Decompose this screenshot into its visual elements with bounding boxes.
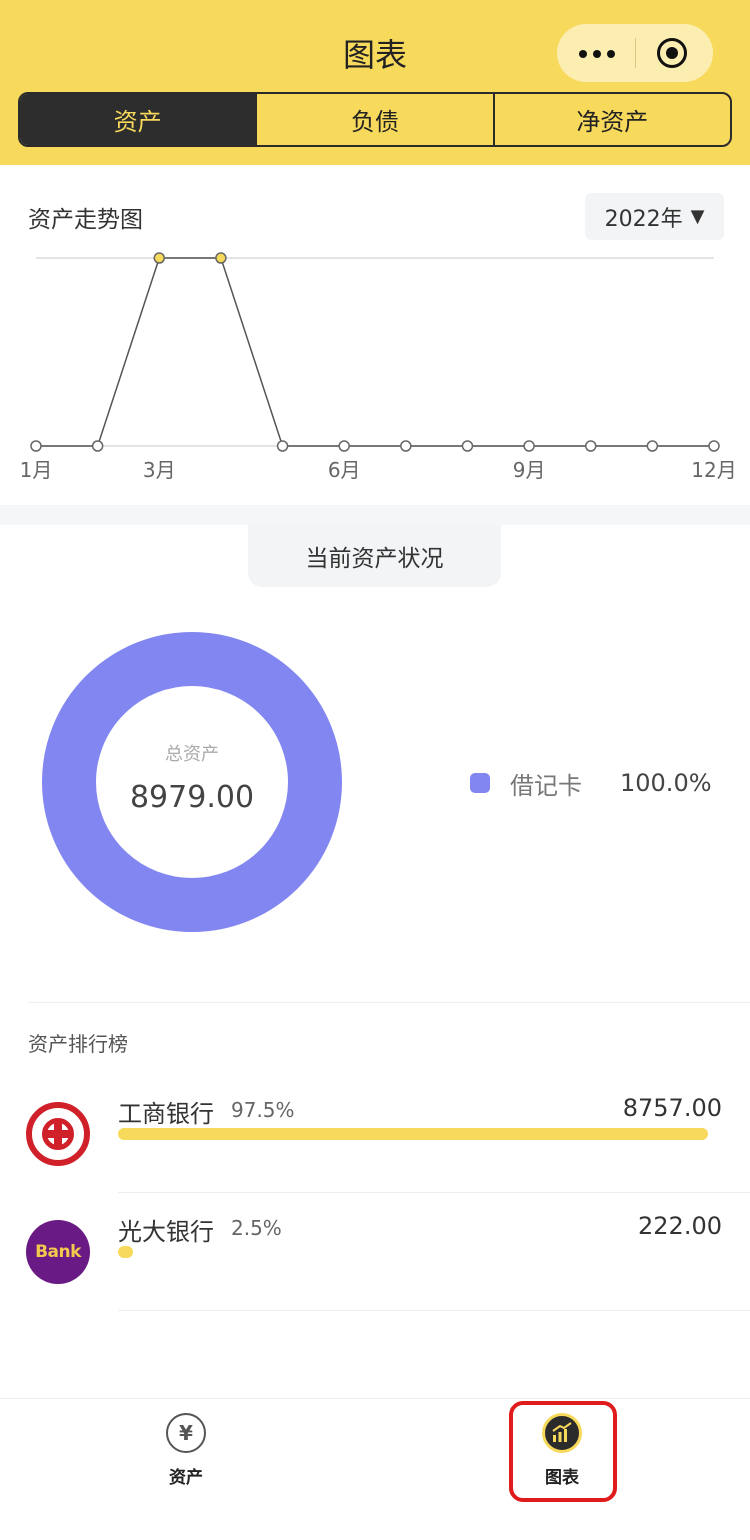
progress-fill — [118, 1128, 708, 1140]
data-point — [276, 440, 289, 452]
data-point — [338, 440, 350, 452]
x-tick-label: 6月 — [328, 458, 361, 482]
legend-name: 借记卡 — [510, 771, 582, 800]
x-tick-label: 12月 — [691, 458, 736, 482]
data-point — [215, 252, 227, 264]
highlight-box — [509, 1401, 617, 1502]
caret-down-icon: ▼ — [690, 206, 705, 227]
tab-liabilities[interactable]: 负债 — [257, 94, 495, 145]
icbc-logo-icon — [26, 1102, 90, 1166]
legend-percent: 100.0% — [620, 769, 712, 797]
ceb-bank-logo-icon: Bank — [26, 1220, 90, 1284]
year-value: 2022年 — [604, 206, 683, 232]
logo-text: Bank — [35, 1242, 81, 1262]
legend-swatch — [470, 773, 490, 793]
donut-label: 总资产 — [165, 744, 219, 765]
tab-bar: 资产 负债 净资产 — [18, 92, 732, 147]
close-target-icon[interactable] — [657, 38, 687, 68]
ranking-title: 资产排行榜 — [28, 1032, 128, 1056]
data-point — [400, 440, 412, 452]
nav-label: 资产 — [169, 1468, 203, 1488]
year-selector[interactable]: 2022年 ▼ — [585, 193, 724, 240]
x-tick-label: 9月 — [513, 458, 546, 482]
yen-icon: ¥ — [166, 1413, 206, 1453]
tab-assets[interactable]: 资产 — [20, 94, 258, 145]
row-divider — [118, 1310, 750, 1311]
data-point — [461, 440, 474, 452]
header: 图表 资产 负债 净资产 — [0, 0, 750, 165]
trend-title: 资产走势图 — [28, 207, 143, 233]
bank-name: 工商银行 — [118, 1100, 214, 1128]
bank-name: 光大银行 — [118, 1218, 214, 1246]
progress-track — [118, 1246, 723, 1258]
bank-amount: 222.00 — [638, 1212, 722, 1240]
x-tick-label: 3月 — [143, 458, 176, 482]
bottom-nav: ¥ 资产 图表 — [0, 1398, 750, 1540]
data-point — [91, 440, 104, 452]
more-dots-icon[interactable] — [577, 38, 617, 68]
nav-item-assets[interactable]: ¥ 资产 — [126, 1413, 246, 1488]
bank-amount: 8757.00 — [622, 1094, 722, 1122]
trend-line-chart: 1月 3月 6月 9月 12月 — [20, 252, 737, 482]
bank-percent: 97.5% — [231, 1098, 295, 1122]
row-divider — [118, 1192, 750, 1193]
data-point — [523, 440, 535, 452]
data-point — [708, 440, 720, 452]
tab-net-assets[interactable]: 净资产 — [495, 94, 730, 145]
x-tick-label: 1月 — [20, 458, 53, 482]
data-point — [153, 252, 166, 264]
progress-fill — [118, 1246, 134, 1258]
status-tab: 当前资产状况 — [248, 525, 501, 587]
divider — [28, 1002, 750, 1003]
data-point — [30, 440, 42, 452]
data-point — [584, 440, 597, 452]
series-line — [36, 257, 714, 447]
capsule-divider — [635, 38, 636, 68]
legend-item: 借记卡 100.0% — [470, 765, 712, 801]
section-gap — [0, 505, 750, 525]
progress-track — [118, 1128, 723, 1140]
total-assets-value: 8979.00 — [129, 780, 255, 815]
mini-program-capsule — [557, 24, 713, 82]
data-point — [646, 440, 659, 452]
bank-percent: 2.5% — [231, 1216, 282, 1240]
